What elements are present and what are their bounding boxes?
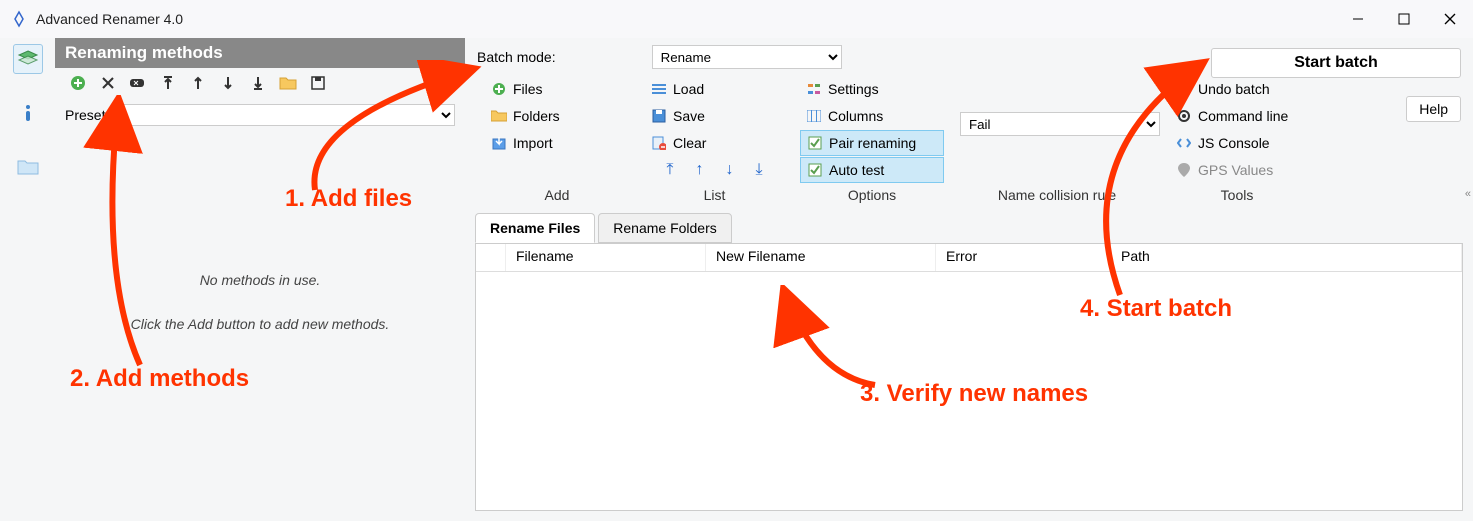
load-button[interactable]: Load (645, 76, 784, 102)
undo-batch-button[interactable]: Undo batch (1170, 76, 1304, 102)
col-error[interactable]: Error (936, 244, 1111, 271)
col-checkbox[interactable] (476, 244, 506, 271)
tabs: Rename Files Rename Folders (465, 213, 1473, 243)
js-console-button[interactable]: JS Console (1170, 130, 1304, 156)
import-button[interactable]: Import (485, 130, 629, 156)
add-label: Add (477, 183, 637, 207)
titlebar: Advanced Renamer 4.0 (0, 0, 1473, 38)
sidebar-folder-icon[interactable] (13, 152, 43, 182)
add-folders-button[interactable]: Folders (485, 103, 629, 129)
auto-test-toggle[interactable]: Auto test (800, 157, 944, 183)
import-icon (491, 135, 507, 151)
columns-button[interactable]: Columns (800, 103, 944, 129)
settings-button[interactable]: Settings (800, 76, 944, 102)
ribbon: Files Folders Import Load Save Clear ⤒ ↑… (465, 72, 1473, 183)
file-table: Filename New Filename Error Path (475, 243, 1463, 511)
tab-rename-folders[interactable]: Rename Folders (598, 213, 732, 243)
save-list-button[interactable]: Save (645, 103, 784, 129)
ribbon-labels: Add List Options Name collision rule Too… (465, 183, 1473, 207)
tab-rename-files[interactable]: Rename Files (475, 213, 595, 243)
window-title: Advanced Renamer 4.0 (36, 11, 183, 27)
check-icon (807, 135, 823, 151)
options-label: Options (792, 183, 952, 207)
plus-icon (491, 81, 507, 97)
start-batch-button[interactable]: Start batch (1211, 48, 1461, 78)
col-newfilename[interactable]: New Filename (706, 244, 936, 271)
close-button[interactable] (1427, 0, 1473, 38)
list-label: List (637, 183, 792, 207)
col-filename[interactable]: Filename (506, 244, 706, 271)
presets-label: Presets (65, 107, 112, 123)
clear-methods-icon[interactable] (129, 74, 147, 92)
move-bottom-icon[interactable] (249, 74, 267, 92)
check-icon (807, 162, 823, 178)
remove-method-icon[interactable] (99, 74, 117, 92)
methods-body: No methods in use. Click the Add button … (55, 132, 465, 521)
code-icon (1176, 135, 1192, 151)
window-controls (1335, 0, 1473, 38)
app-icon (10, 10, 28, 28)
batch-mode-label: Batch mode: (477, 49, 556, 65)
pin-icon (1176, 162, 1192, 178)
list-arrow-row: ⤒ ↑ ↓ ⤓ (645, 161, 784, 179)
clear-list-button[interactable]: Clear (645, 130, 784, 156)
move-top-icon[interactable] (159, 74, 177, 92)
columns-icon (806, 108, 822, 124)
col-path[interactable]: Path (1111, 244, 1462, 271)
collision-label: Name collision rule (952, 183, 1162, 207)
methods-header: Renaming methods (55, 38, 465, 68)
add-method-icon[interactable] (69, 74, 87, 92)
arrow-down-icon[interactable]: ↓ (726, 161, 734, 179)
settings-icon (806, 81, 822, 97)
clear-icon (651, 135, 667, 151)
arrow-bottom-icon[interactable]: ⤓ (756, 161, 763, 179)
presets-select[interactable] (122, 104, 455, 126)
methods-hint-text: Click the Add button to add new methods. (131, 316, 390, 332)
maximize-button[interactable] (1381, 0, 1427, 38)
sidebar-info-icon[interactable] (13, 98, 43, 128)
list-icon (651, 81, 667, 97)
add-files-button[interactable]: Files (485, 76, 629, 102)
no-methods-text: No methods in use. (200, 272, 321, 288)
arrow-up-icon[interactable]: ↑ (696, 161, 704, 179)
methods-toolbar (55, 68, 465, 98)
collision-select[interactable]: Fail (960, 112, 1160, 136)
move-up-icon[interactable] (189, 74, 207, 92)
arrow-top-icon[interactable]: ⤒ (666, 161, 673, 179)
batch-mode-select[interactable]: Rename (652, 45, 842, 69)
move-down-icon[interactable] (219, 74, 237, 92)
presets-row: Presets (55, 98, 465, 132)
table-header: Filename New Filename Error Path (476, 244, 1462, 272)
diskette-icon (651, 108, 667, 124)
gps-values-button[interactable]: GPS Values (1170, 157, 1304, 183)
main-area: Start batch Help Batch mode: Rename File… (465, 38, 1473, 521)
gear-icon (1176, 108, 1192, 124)
save-icon[interactable] (309, 74, 327, 92)
folder-icon (491, 108, 507, 124)
methods-panel: Renaming methods Presets No methods in u… (55, 38, 465, 521)
expand-chevron-icon[interactable]: « (1465, 188, 1471, 200)
tools-label: Tools (1162, 183, 1312, 207)
pair-renaming-toggle[interactable]: Pair renaming (800, 130, 944, 156)
open-folder-icon[interactable] (279, 74, 297, 92)
undo-icon (1176, 81, 1192, 97)
help-button[interactable]: Help (1406, 96, 1461, 122)
sidebar-layers-icon[interactable] (13, 44, 43, 74)
left-sidebar (0, 38, 55, 521)
minimize-button[interactable] (1335, 0, 1381, 38)
command-line-button[interactable]: Command line (1170, 103, 1304, 129)
